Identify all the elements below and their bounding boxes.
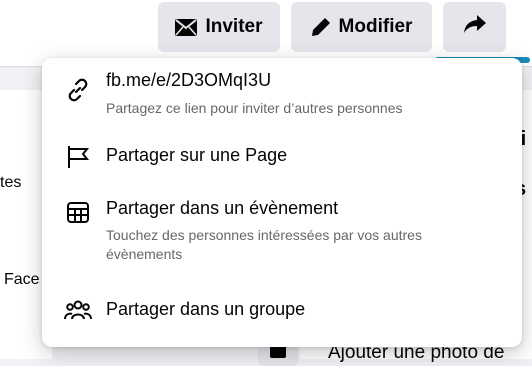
- share-menu: fb.me/e/2D3OMqI3U Partagez ce lien pour …: [42, 58, 522, 347]
- share-to-group-label: Partager dans un groupe: [106, 299, 306, 319]
- share-button[interactable]: [443, 2, 506, 52]
- event-link-text: fb.me/e/2D3OMqI3U: [106, 70, 272, 90]
- flag-icon: [64, 143, 92, 171]
- menu-item-share-to-page[interactable]: Partager sur une Page: [42, 136, 522, 178]
- share-to-event-description: Touchez des personnes intéressées par vo…: [106, 227, 422, 262]
- menu-item-copy-link[interactable]: fb.me/e/2D3OMqI3U Partagez ce lien pour …: [42, 58, 522, 130]
- share-arrow-icon: [463, 15, 486, 39]
- event-link-description: Partagez ce lien pour inviter d’autres p…: [106, 100, 403, 116]
- pencil-icon: [311, 17, 331, 37]
- invite-button-label: Inviter: [205, 16, 263, 37]
- calendar-icon: [64, 198, 92, 226]
- left-partial-text-1: tes: [0, 174, 22, 191]
- envelope-icon: [175, 18, 198, 36]
- menu-item-share-to-event[interactable]: Partager dans un évènement Touchez des p…: [42, 188, 522, 278]
- left-partial-text-2: Face: [4, 271, 40, 288]
- share-to-event-label: Partager dans un évènement: [106, 198, 339, 218]
- link-icon: [64, 76, 92, 104]
- invite-button[interactable]: Inviter: [158, 2, 280, 52]
- group-icon: [64, 296, 92, 324]
- menu-item-share-to-group[interactable]: Partager dans un groupe: [42, 290, 522, 334]
- edit-button[interactable]: Modifier: [291, 2, 432, 52]
- share-to-page-label: Partager sur une Page: [106, 145, 288, 165]
- edit-button-label: Modifier: [338, 16, 413, 37]
